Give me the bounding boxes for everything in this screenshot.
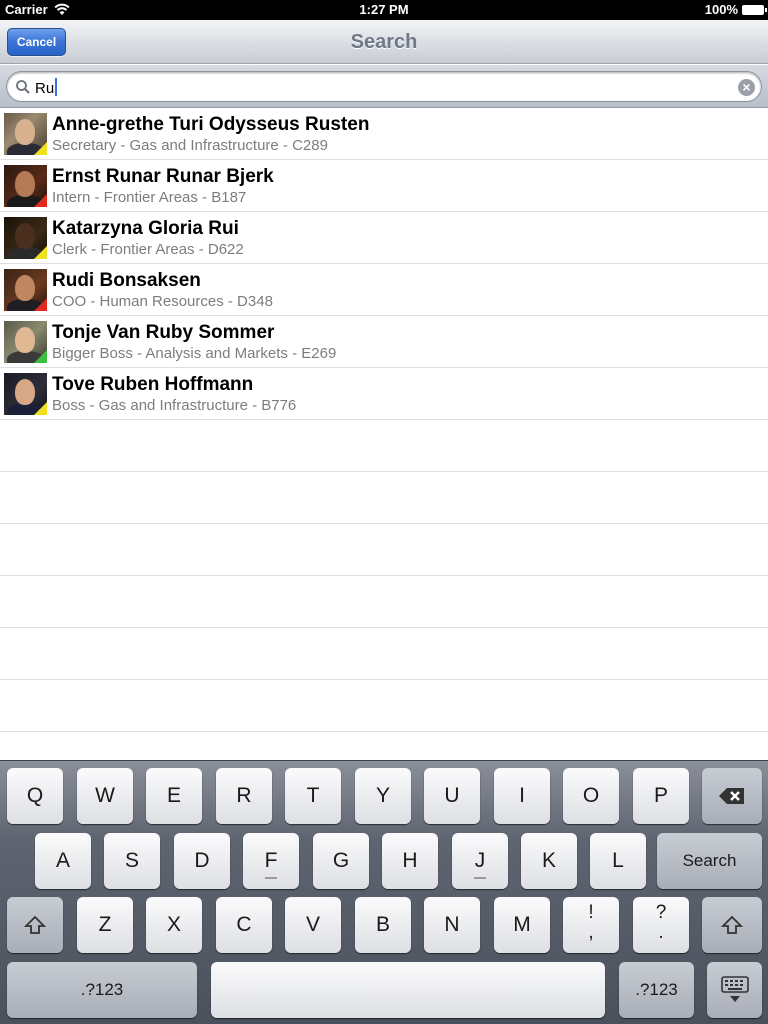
person-name: Ernst Runar Runar Bjerk — [52, 166, 274, 187]
avatar — [4, 373, 47, 415]
keyboard: Q W E R T Y U I O P A S D F G H J K L Se… — [0, 760, 768, 1024]
navigation-bar: Cancel Search — [0, 20, 768, 64]
list-item[interactable]: Katarzyna Gloria Rui Clerk - Frontier Ar… — [0, 212, 768, 264]
key-n[interactable]: N — [424, 897, 480, 953]
key-i[interactable]: I — [494, 768, 550, 824]
key-exclamation-label: ! — [588, 902, 594, 923]
key-question-label: ? — [655, 902, 667, 923]
keyboard-dismiss-key[interactable] — [707, 962, 762, 1018]
list-item[interactable]: Tove Ruben Hoffmann Boss - Gas and Infra… — [0, 368, 768, 420]
list-item[interactable]: Rudi Bonsaksen COO - Human Resources - D… — [0, 264, 768, 316]
battery-percentage: 100% — [704, 2, 738, 17]
key-f-label: F — [264, 849, 278, 872]
avatar — [4, 269, 47, 311]
key-l[interactable]: L — [590, 833, 646, 889]
key-m[interactable]: M — [494, 897, 550, 953]
key-p[interactable]: P — [633, 768, 689, 824]
key-j-label: J — [474, 849, 486, 872]
empty-row — [0, 524, 768, 576]
keyboard-dismiss-icon — [720, 976, 749, 1002]
key-v[interactable]: V — [285, 897, 341, 953]
key-d[interactable]: D — [174, 833, 230, 889]
backspace-icon — [719, 788, 744, 804]
search-input-value: Ru — [35, 78, 58, 97]
shift-left-key[interactable] — [7, 897, 63, 953]
empty-row — [0, 576, 768, 628]
clear-icon[interactable]: × — [738, 79, 755, 96]
key-s[interactable]: S — [104, 833, 160, 889]
clock: 1:27 PM — [359, 2, 409, 17]
key-q[interactable]: Q — [7, 768, 63, 824]
key-question-period[interactable]: ? . — [633, 897, 689, 953]
key-b[interactable]: B — [355, 897, 411, 953]
key-z[interactable]: Z — [77, 897, 133, 953]
key-f[interactable]: F — [243, 833, 299, 889]
status-indicator — [34, 142, 47, 155]
shift-right-key[interactable] — [702, 897, 762, 953]
avatar — [4, 321, 47, 363]
key-e[interactable]: E — [146, 768, 202, 824]
home-key-marker — [474, 877, 486, 879]
key-j[interactable]: J — [452, 833, 508, 889]
status-indicator — [34, 350, 47, 363]
key-c[interactable]: C — [216, 897, 272, 953]
key-y[interactable]: Y — [355, 768, 411, 824]
person-name: Tonje Van Ruby Sommer — [52, 322, 275, 343]
status-indicator — [34, 194, 47, 207]
avatar — [4, 165, 47, 207]
results-list: Anne-grethe Turi Odysseus Rusten Secreta… — [0, 108, 768, 760]
status-bar: Carrier 1:27 PM 100% — [0, 0, 768, 20]
key-w[interactable]: W — [77, 768, 133, 824]
empty-row — [0, 472, 768, 524]
empty-row — [0, 732, 768, 760]
person-details: Clerk - Frontier Areas - D622 — [52, 241, 244, 258]
page-title: Search — [350, 31, 418, 53]
battery-icon — [742, 5, 767, 15]
key-h[interactable]: H — [382, 833, 438, 889]
empty-row — [0, 420, 768, 472]
search-icon — [16, 80, 30, 94]
key-a[interactable]: A — [35, 833, 91, 889]
person-details: Bigger Boss - Analysis and Markets - E26… — [52, 345, 337, 362]
list-item[interactable]: Tonje Van Ruby Sommer Bigger Boss - Anal… — [0, 316, 768, 368]
key-o[interactable]: O — [563, 768, 619, 824]
person-name: Rudi Bonsaksen — [52, 270, 201, 291]
search-key[interactable]: Search — [657, 833, 762, 889]
person-details: Intern - Frontier Areas - B187 — [52, 189, 247, 206]
person-details: Boss - Gas and Infrastructure - B776 — [52, 397, 297, 414]
key-k[interactable]: K — [521, 833, 577, 889]
avatar — [4, 217, 47, 259]
person-details: COO - Human Resources - D348 — [52, 293, 273, 310]
status-indicator — [34, 246, 47, 259]
space-key[interactable] — [211, 962, 605, 1018]
key-u[interactable]: U — [424, 768, 480, 824]
key-exclamation-comma[interactable]: ! , — [563, 897, 619, 953]
person-name: Katarzyna Gloria Rui — [52, 218, 239, 239]
status-indicator — [34, 298, 47, 311]
person-name: Tove Ruben Hoffmann — [52, 374, 254, 395]
search-bar: Ru × — [0, 65, 768, 108]
status-indicator — [34, 402, 47, 415]
key-g[interactable]: G — [313, 833, 369, 889]
numbers-key-left[interactable]: .?123 — [7, 962, 197, 1018]
shift-icon — [23, 915, 47, 934]
shift-icon — [720, 915, 744, 934]
list-item[interactable]: Ernst Runar Runar Bjerk Intern - Frontie… — [0, 160, 768, 212]
key-x[interactable]: X — [146, 897, 202, 953]
search-input[interactable]: Ru × — [6, 71, 762, 102]
key-r[interactable]: R — [216, 768, 272, 824]
person-name: Anne-grethe Turi Odysseus Rusten — [52, 114, 370, 135]
home-key-marker — [265, 877, 277, 879]
key-period-label: . — [658, 922, 664, 943]
numbers-key-right[interactable]: .?123 — [619, 962, 694, 1018]
empty-row — [0, 680, 768, 732]
list-item[interactable]: Anne-grethe Turi Odysseus Rusten Secreta… — [0, 108, 768, 160]
empty-row — [0, 628, 768, 680]
key-comma-label: , — [588, 922, 594, 943]
key-t[interactable]: T — [285, 768, 341, 824]
person-details: Secretary - Gas and Infrastructure - C28… — [52, 137, 328, 154]
backspace-key[interactable] — [702, 768, 762, 824]
avatar — [4, 113, 47, 155]
